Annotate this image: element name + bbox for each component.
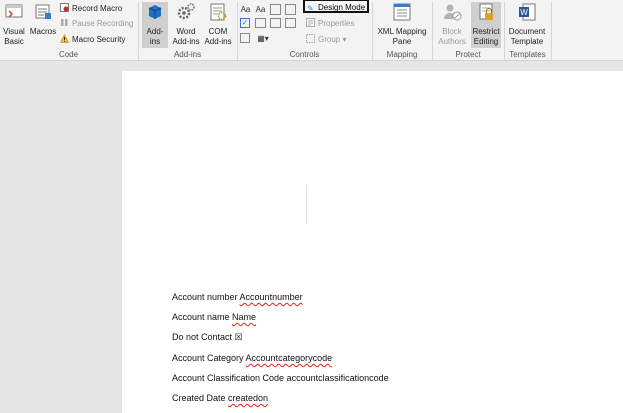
date-picker-control-icon[interactable] <box>285 18 296 28</box>
group-icon <box>306 34 315 43</box>
block-authors-icon <box>444 4 462 21</box>
visual-basic-button[interactable]: Visual Basic <box>1 2 27 47</box>
word-document-icon: W <box>519 3 536 21</box>
document-line[interactable]: Account number Accountnumber <box>172 292 303 302</box>
dropdown-list-control-icon[interactable] <box>270 18 281 28</box>
checkbox-content-control-icon[interactable]: ✓ <box>240 18 250 28</box>
field-value[interactable]: Name <box>232 312 256 322</box>
document-line[interactable]: Account Category Accountcategorycode <box>172 353 332 363</box>
field-label: Account name <box>172 312 233 322</box>
field-value[interactable]: Accountcategorycode <box>246 353 333 363</box>
visual-basic-icon <box>5 4 23 18</box>
design-mode-label: Design Mode <box>318 3 366 12</box>
macros-icon <box>35 4 51 19</box>
document-line[interactable]: Account name Name <box>172 312 256 322</box>
word-addins-button[interactable]: Word Add-ins <box>171 2 201 47</box>
field-label: Account Category <box>172 353 246 363</box>
warning-icon <box>60 34 69 43</box>
pause-recording-label: Pause Recording <box>72 19 134 28</box>
design-mode-button[interactable]: ✎ Design Mode <box>303 0 369 13</box>
addins-group-label: Add-ins <box>173 50 202 59</box>
protect-group-label: Protect <box>455 50 481 59</box>
com-addins-icon <box>210 3 227 21</box>
field-value[interactable]: Accountnumber <box>240 292 303 302</box>
design-mode-icon: ✎ <box>307 4 314 13</box>
macros-button[interactable]: Macros <box>29 2 57 37</box>
ribbon: Visual Basic Macros Record Macro Pause R… <box>0 0 623 61</box>
controls-group-label: Controls <box>289 50 320 59</box>
macros-label: Macros <box>29 27 57 36</box>
com-addins-label: COM Add-ins <box>204 27 232 46</box>
properties-label: Properties <box>318 19 355 28</box>
pause-recording-button[interactable]: Pause Recording <box>60 18 133 30</box>
field-label: Created Date <box>172 393 229 403</box>
xml-mapping-pane-label: XML Mapping Pane <box>377 27 427 46</box>
visual-basic-label: Visual Basic <box>3 27 25 46</box>
text-cursor-guide <box>306 186 307 224</box>
word-addins-label: Word Add-ins <box>172 27 200 46</box>
xml-mapping-icon <box>393 3 411 21</box>
field-value[interactable]: createdon <box>228 393 268 403</box>
document-line[interactable]: Do not Contact ☒ <box>172 332 243 343</box>
legacy-tools-icon[interactable]: ▦▾ <box>256 33 270 44</box>
macro-security-label: Macro Security <box>72 35 126 44</box>
com-addins-button[interactable]: COM Add-ins <box>203 2 233 47</box>
field-label: Account number <box>172 292 240 302</box>
macro-security-button[interactable]: Macro Security <box>60 34 125 46</box>
properties-button[interactable]: Properties <box>306 18 354 30</box>
record-macro-icon <box>60 3 69 12</box>
restrict-editing-button[interactable]: Restrict Editing <box>471 2 501 48</box>
templates-group-label: Templates <box>509 50 546 59</box>
pause-icon <box>61 19 68 26</box>
block-authors-label: Block Authors <box>438 27 466 46</box>
checkbox-field[interactable]: ☒ <box>235 332 243 342</box>
record-macro-label: Record Macro <box>72 4 123 13</box>
lock-icon <box>479 3 493 20</box>
rich-text-content-control-icon[interactable]: Aa <box>240 4 251 15</box>
gear-icon <box>177 3 195 20</box>
building-block-control-icon[interactable] <box>285 4 296 15</box>
mapping-group-label: Mapping <box>386 50 418 59</box>
code-group-label: Code <box>58 50 79 59</box>
svg-text:W: W <box>520 8 528 17</box>
plain-text-content-control-icon[interactable]: Aa <box>255 4 266 15</box>
group-button[interactable]: Group ▾ <box>306 34 346 46</box>
chevron-down-icon: ▾ <box>340 35 347 44</box>
document-template-button[interactable]: W Document Template <box>507 2 547 47</box>
field-label: Account Classification Code <box>172 373 287 383</box>
field-label: Do not Contact <box>172 332 235 342</box>
document-line[interactable]: Created Date createdon <box>172 393 268 403</box>
combo-box-control-icon[interactable] <box>255 18 266 28</box>
properties-icon <box>306 18 315 27</box>
document-template-label: Document Template <box>508 27 546 46</box>
addins-label: Add- ins <box>146 27 164 46</box>
xml-mapping-pane-button[interactable]: XML Mapping Pane <box>375 2 429 47</box>
restrict-editing-label: Restrict Editing <box>472 27 500 46</box>
document-line[interactable]: Account Classification Code accountclass… <box>172 373 389 383</box>
picture-content-control-icon[interactable] <box>270 4 281 15</box>
record-macro-button[interactable]: Record Macro <box>60 3 122 15</box>
addins-icon <box>148 5 162 19</box>
group-separator <box>551 2 552 60</box>
group-label: Group <box>318 35 341 44</box>
field-value[interactable]: accountclassificationcode <box>287 373 389 383</box>
addins-button[interactable]: Add- ins <box>142 2 168 48</box>
repeating-section-control-icon[interactable] <box>240 33 250 43</box>
block-authors-button[interactable]: Block Authors <box>435 2 469 47</box>
